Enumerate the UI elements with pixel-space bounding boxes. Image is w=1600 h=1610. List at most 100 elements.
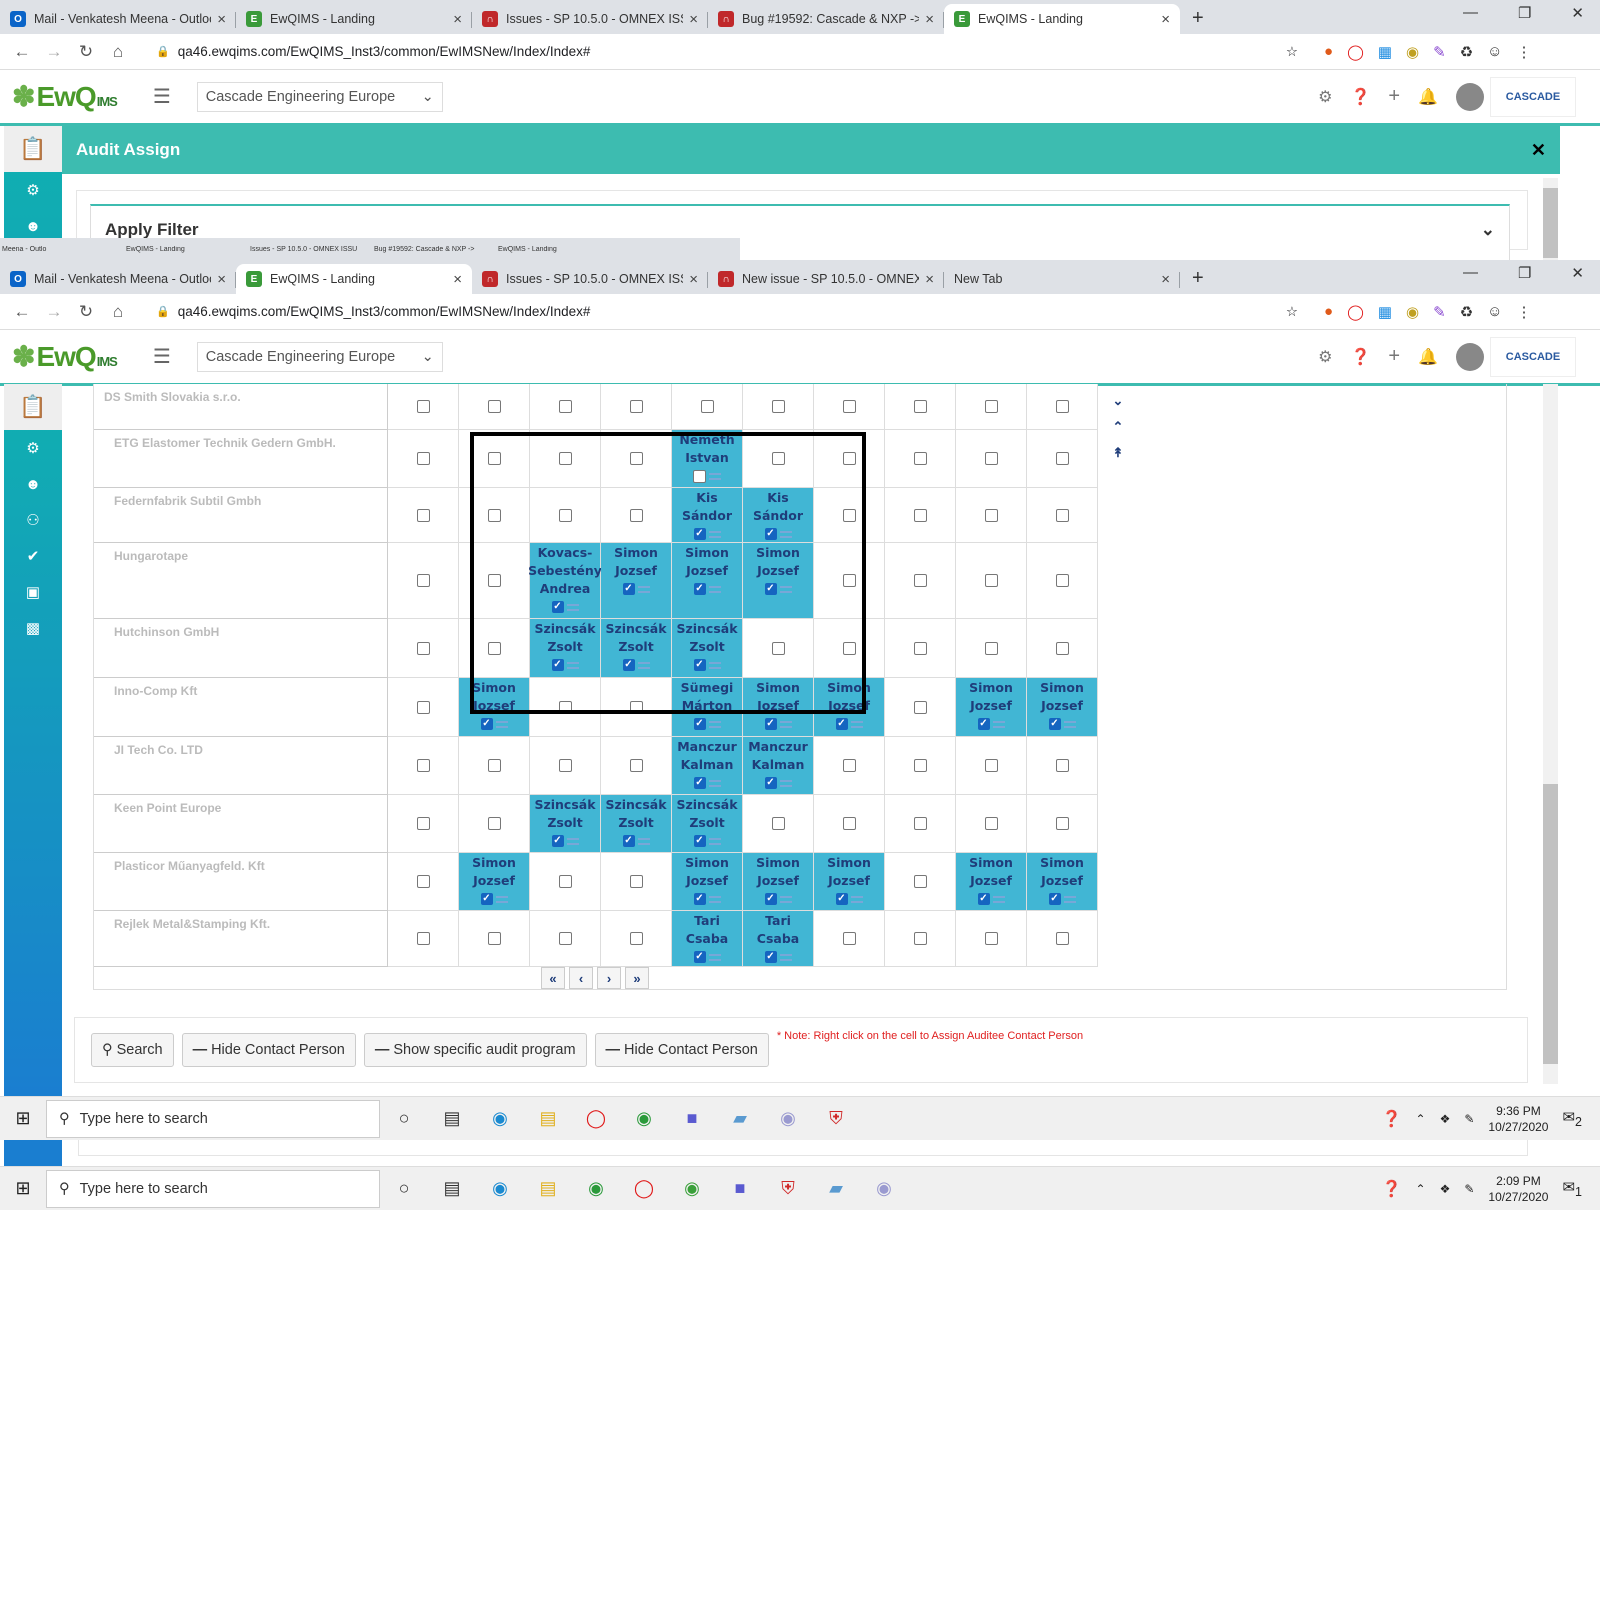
assign-checkbox[interactable] <box>913 508 927 522</box>
presentation-icon[interactable]: ▣ <box>4 574 62 610</box>
close-tab-icon[interactable]: × <box>453 11 462 28</box>
tab-5[interactable]: New Tab × <box>944 264 1180 294</box>
assign-checkbox[interactable] <box>984 508 998 522</box>
assign-checkbox[interactable]: ✓ <box>693 777 706 789</box>
assign-checkbox[interactable] <box>416 452 430 465</box>
assign-cell[interactable]: Simon Jozsef ✓ <box>1027 678 1098 737</box>
assign-cell[interactable] <box>885 619 956 678</box>
assign-checkbox[interactable] <box>842 932 856 945</box>
assign-cell[interactable] <box>956 911 1027 967</box>
assign-cell[interactable] <box>388 619 459 678</box>
file-explorer-icon[interactable]: ▤ <box>524 1108 572 1129</box>
assign-checkbox[interactable]: ✓ <box>764 777 777 789</box>
assign-checkbox[interactable] <box>487 817 501 830</box>
assign-cell[interactable] <box>459 384 530 430</box>
assign-cell[interactable]: Szincsák Zsolt ✓ <box>530 795 601 853</box>
user-lock-icon[interactable]: ⚇ <box>4 502 62 538</box>
close-tab-icon[interactable]: × <box>217 271 226 288</box>
assign-cell[interactable]: Simon Jozsef ✓ <box>814 853 885 911</box>
assign-checkbox[interactable]: ✓ <box>764 718 777 730</box>
assign-cell[interactable]: Manczur Kalman ✓ <box>743 737 814 795</box>
windows-ext-icon[interactable]: ▦ <box>1378 43 1392 61</box>
shield-icon[interactable]: ⛨ <box>812 1108 860 1129</box>
assign-checkbox[interactable] <box>416 875 430 888</box>
list-icon[interactable] <box>1063 895 1076 903</box>
chevron-down-icon[interactable]: ⌄ <box>1481 220 1495 250</box>
home-icon[interactable]: ⌂ <box>102 302 134 322</box>
notification-icon[interactable]: ✉1 <box>1562 1178 1582 1199</box>
assign-cell[interactable] <box>530 911 601 967</box>
assign-checkbox[interactable] <box>416 759 430 772</box>
assign-cell[interactable] <box>956 430 1027 488</box>
list-icon[interactable] <box>708 837 721 845</box>
close-tab-icon[interactable]: × <box>453 271 462 288</box>
double-chevron-up-icon[interactable]: ↟ <box>1107 442 1129 464</box>
hide-contact-person-button-2[interactable]: — Hide Contact Person <box>594 1033 769 1067</box>
assign-checkbox[interactable] <box>984 641 998 655</box>
forward-icon[interactable]: → <box>38 302 70 322</box>
assign-checkbox[interactable] <box>913 759 927 772</box>
assign-checkbox[interactable] <box>913 932 927 945</box>
close-tab-icon[interactable]: × <box>925 271 934 288</box>
list-icon[interactable] <box>779 720 792 728</box>
assign-cell[interactable] <box>601 911 672 967</box>
restore-icon[interactable]: ❐ <box>1518 4 1531 22</box>
assign-checkbox[interactable]: ✓ <box>764 951 777 963</box>
chrome-icon[interactable]: ◉ <box>572 1178 620 1199</box>
profile-icon[interactable]: ☺ <box>1487 43 1502 61</box>
assign-cell[interactable] <box>388 543 459 619</box>
close-tab-icon[interactable]: × <box>689 11 698 28</box>
audit-doc-icon[interactable]: 📋 <box>4 384 62 430</box>
assign-checkbox[interactable]: ✓ <box>693 893 706 905</box>
assign-cell[interactable] <box>388 678 459 737</box>
assign-checkbox[interactable]: ✓ <box>977 718 990 730</box>
settings-icon[interactable]: ⚙ <box>4 430 62 466</box>
star-icon[interactable]: ☆ <box>1286 304 1298 320</box>
assign-cell[interactable] <box>885 543 956 619</box>
pen-icon[interactable]: ✎ <box>1464 1182 1474 1196</box>
window-controls[interactable]: — ❐ ✕ <box>1463 264 1600 290</box>
tab-4[interactable]: ∩ Bug #19592: Cascade & NXP -> Au × <box>708 4 944 34</box>
assign-checkbox[interactable] <box>416 508 430 522</box>
close-tab-icon[interactable]: × <box>689 271 698 288</box>
pen-ext-icon[interactable]: ✎ <box>1433 43 1446 61</box>
assign-checkbox[interactable] <box>487 759 501 772</box>
fire-ext-icon[interactable]: ● <box>1324 43 1333 61</box>
assign-cell[interactable] <box>885 430 956 488</box>
assign-cell[interactable] <box>459 737 530 795</box>
assign-checkbox[interactable] <box>629 932 643 945</box>
assign-cell[interactable] <box>388 795 459 853</box>
tab-1[interactable]: O Mail - Venkatesh Meena - Outlook × <box>0 4 236 34</box>
gear-icon[interactable]: ⚙ <box>1318 87 1332 107</box>
assign-cell[interactable] <box>885 384 956 430</box>
chevron-up-icon[interactable]: ⌃ <box>1416 1182 1426 1196</box>
assign-cell[interactable] <box>530 853 601 911</box>
assign-cell[interactable] <box>388 488 459 543</box>
assign-checkbox[interactable] <box>913 817 927 830</box>
assign-cell[interactable]: Simon Jozsef ✓ <box>459 853 530 911</box>
assign-checkbox[interactable]: ✓ <box>693 835 706 847</box>
assign-cell[interactable]: Simon Jozsef ✓ <box>956 853 1027 911</box>
assign-checkbox[interactable] <box>984 932 998 945</box>
taskbar-search[interactable]: ⚲ Type here to search <box>46 1099 380 1138</box>
help-icon[interactable]: ❓ <box>1382 1109 1402 1129</box>
plus-icon[interactable]: + <box>1388 345 1400 368</box>
assign-cell[interactable] <box>885 795 956 853</box>
assign-checkbox[interactable] <box>629 875 643 888</box>
hamburger-menu-icon[interactable]: ☰ <box>153 344 171 369</box>
assign-checkbox[interactable] <box>558 875 572 888</box>
tab-2[interactable]: E EwQIMS - Landing × <box>236 4 472 34</box>
list-icon[interactable] <box>495 720 508 728</box>
assign-checkbox[interactable] <box>629 400 643 413</box>
opera-icon[interactable]: ◯ <box>572 1108 620 1129</box>
pen-icon[interactable]: ✎ <box>1464 1112 1474 1126</box>
assign-checkbox[interactable] <box>913 400 927 413</box>
assign-checkbox[interactable] <box>1055 759 1069 772</box>
audit-doc-icon[interactable]: 📋 <box>4 126 62 172</box>
assign-checkbox[interactable] <box>842 400 856 413</box>
bell-icon[interactable]: 🔔 <box>1418 347 1438 367</box>
puzzle-icon[interactable]: ♻ <box>1460 43 1473 61</box>
help-icon[interactable]: ❓ <box>1382 1179 1402 1199</box>
show-specific-audit-program-button[interactable]: — Show specific audit program <box>363 1033 587 1067</box>
clock[interactable]: 2:09 PM 10/27/2020 <box>1488 1173 1548 1205</box>
